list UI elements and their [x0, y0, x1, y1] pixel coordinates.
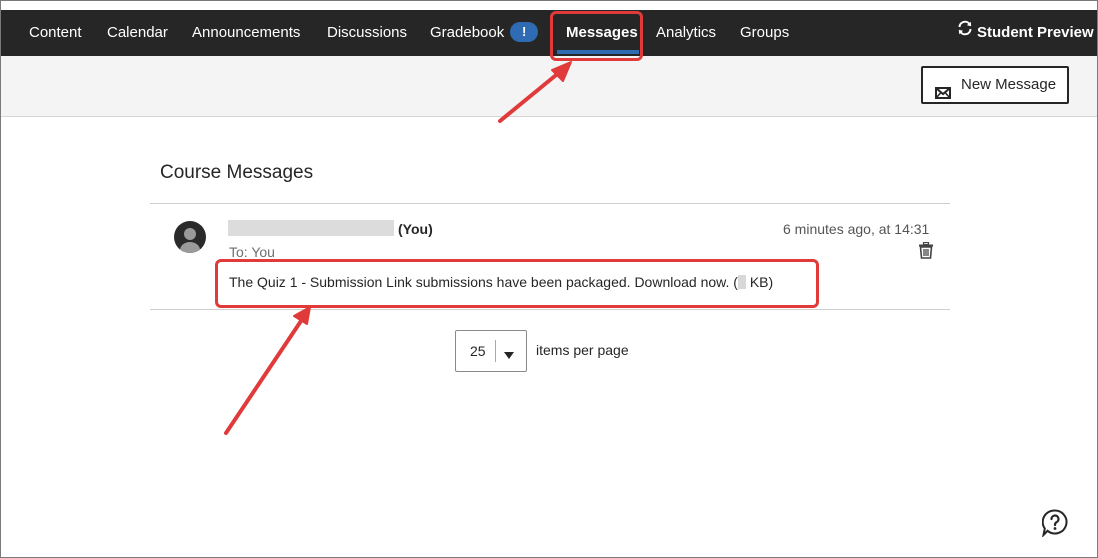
annotation-arrows [224, 61, 572, 435]
